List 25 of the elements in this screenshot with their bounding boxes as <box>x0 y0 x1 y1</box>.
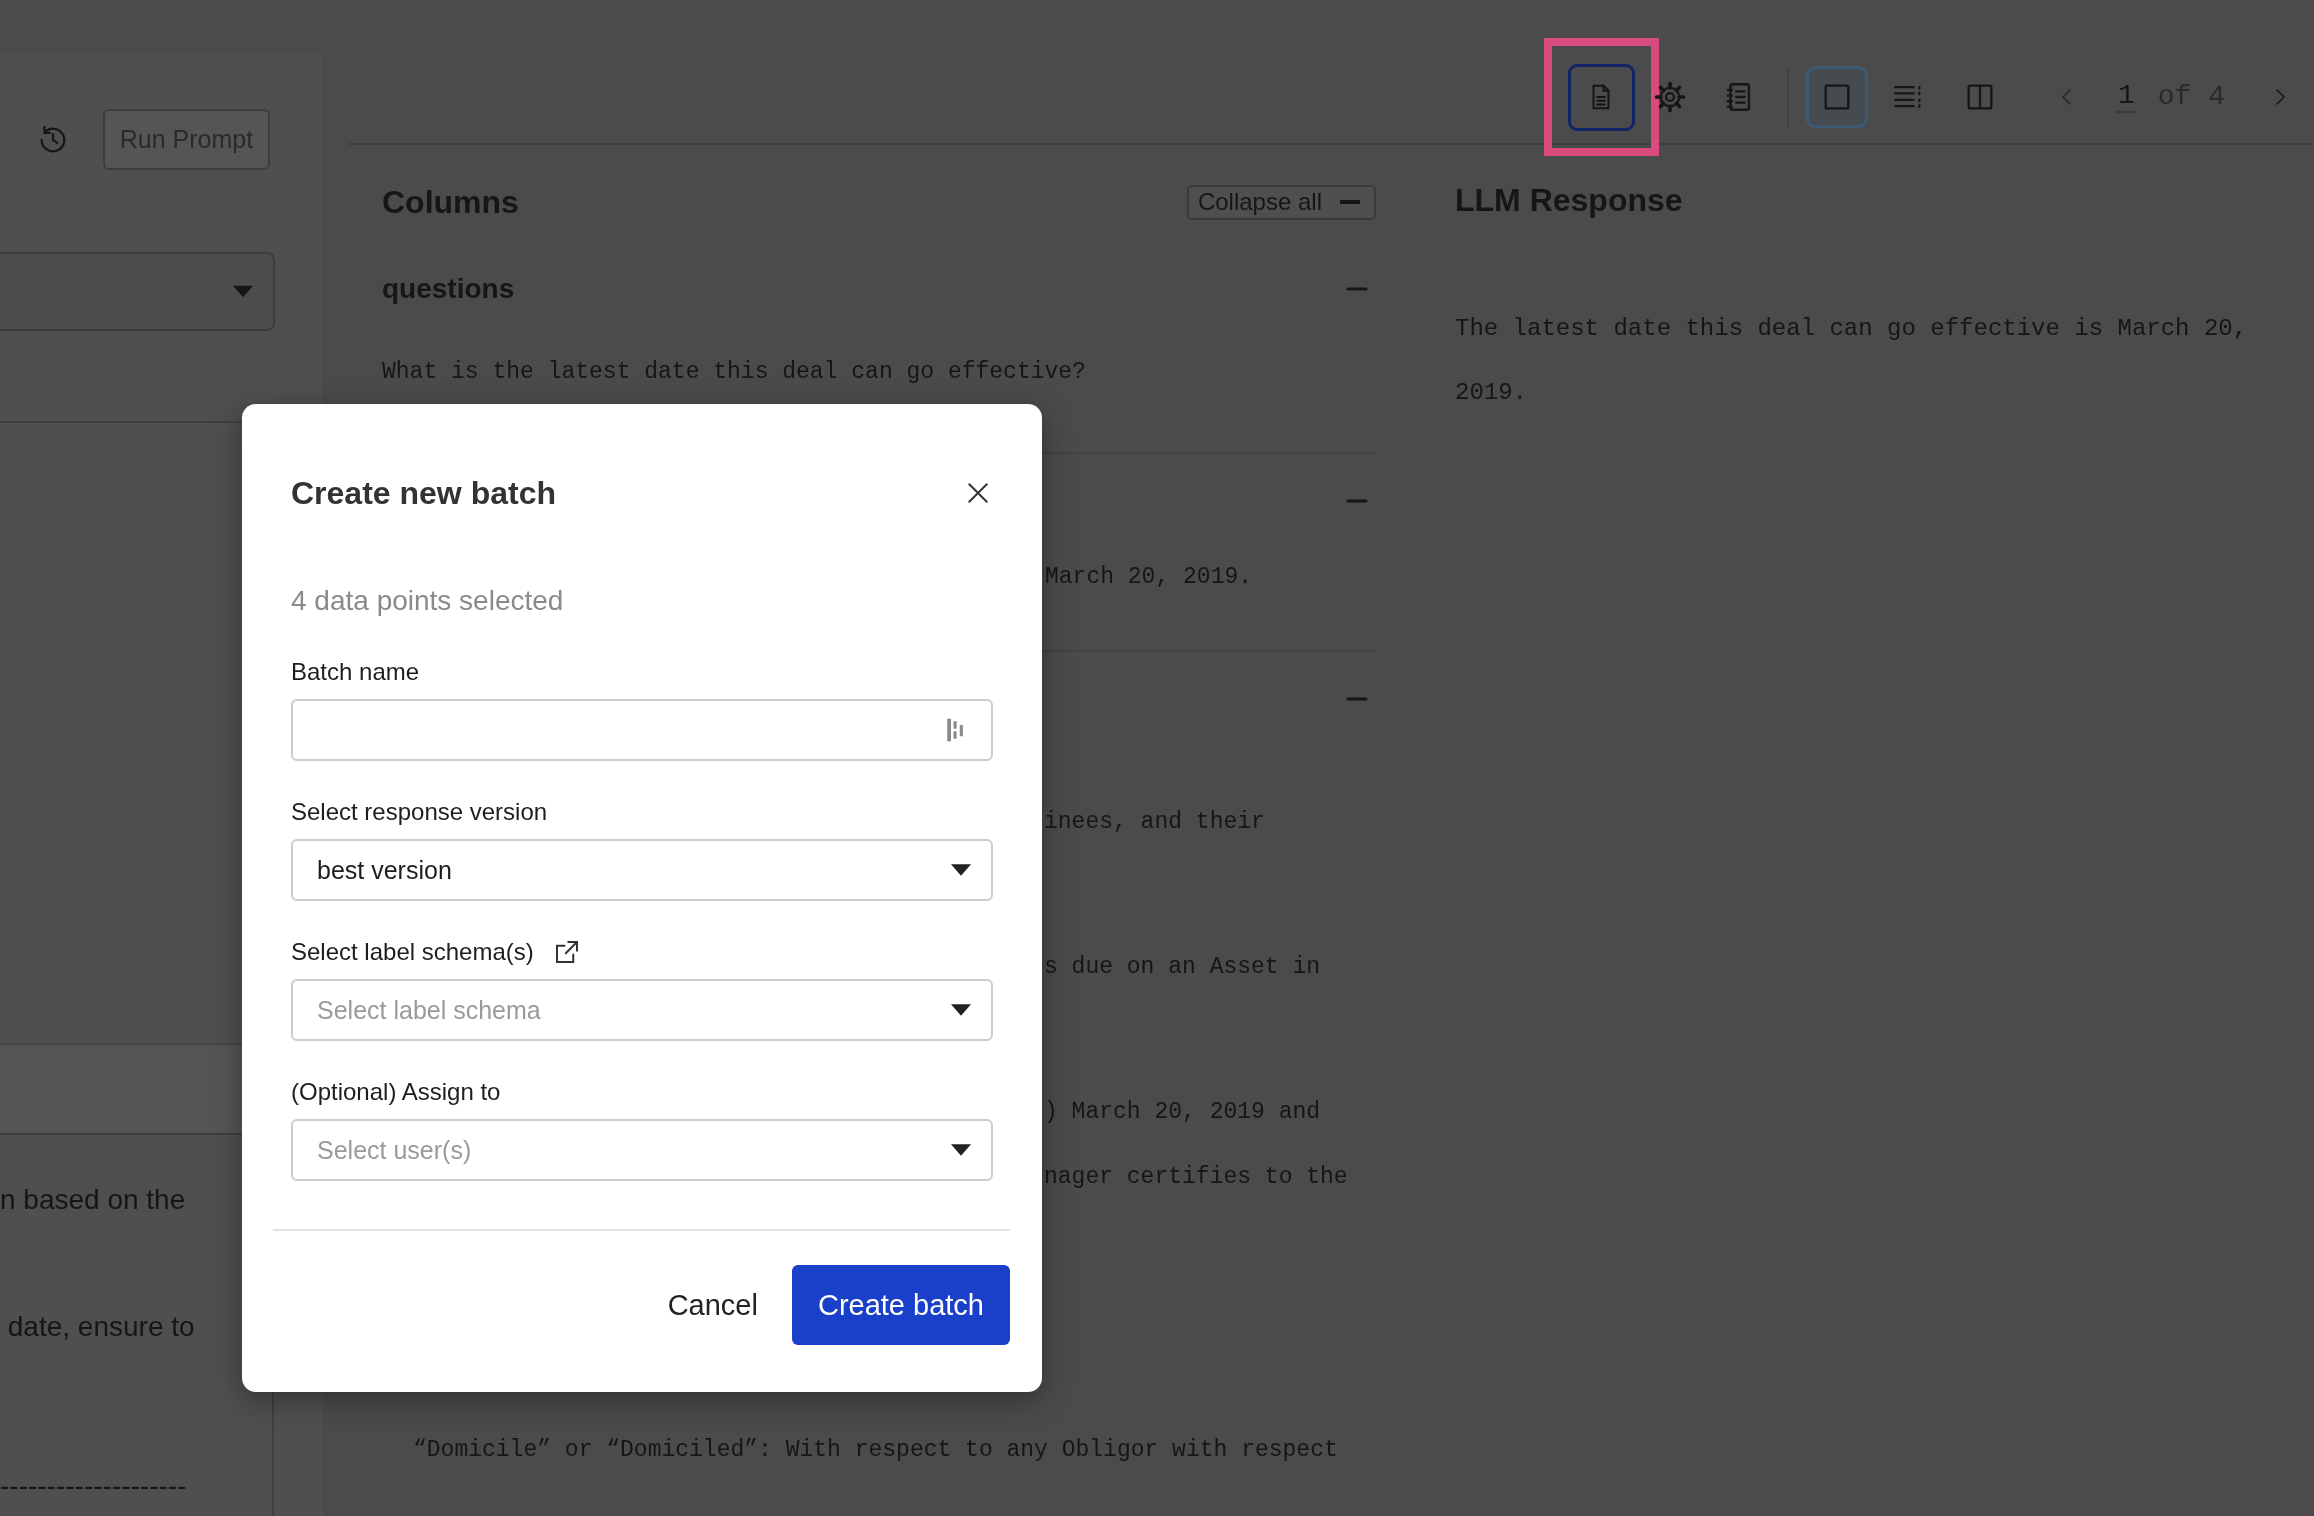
field-label: (Optional) Assign to <box>291 1078 501 1106</box>
field-label: Select response version <box>291 798 548 826</box>
caret-icon <box>233 285 253 298</box>
cancel-button[interactable]: Cancel <box>667 1265 758 1345</box>
dropdown[interactable]: best version <box>291 839 993 901</box>
settings-icon <box>1652 79 1687 114</box>
document-button[interactable] <box>1567 63 1635 131</box>
divider-text: -------------------- <box>0 1469 187 1503</box>
dropdown[interactable] <box>0 252 275 331</box>
view-single-button[interactable] <box>1805 65 1868 128</box>
field-label: Select label schema(s) <box>291 938 534 966</box>
selection-count: 4 data points selected <box>291 584 565 618</box>
dropdown[interactable]: Select label schema <box>291 979 993 1041</box>
collapse-all-button[interactable]: Collapse all <box>1186 184 1376 220</box>
input-field[interactable] <box>291 699 993 761</box>
caret-icon <box>951 1144 971 1156</box>
caret-icon <box>951 864 971 876</box>
dropdown[interactable]: Select user(s) <box>291 1119 993 1181</box>
minus-icon <box>1340 200 1360 204</box>
create-button[interactable]: Create batch <box>791 1265 1010 1345</box>
text-line: date, ensure to <box>6 1310 195 1344</box>
caret-icon <box>951 1004 971 1016</box>
text-line: n based on the <box>0 1183 186 1217</box>
field-label: Batch name <box>291 658 420 686</box>
dialog-title: Create new batch <box>291 474 556 512</box>
